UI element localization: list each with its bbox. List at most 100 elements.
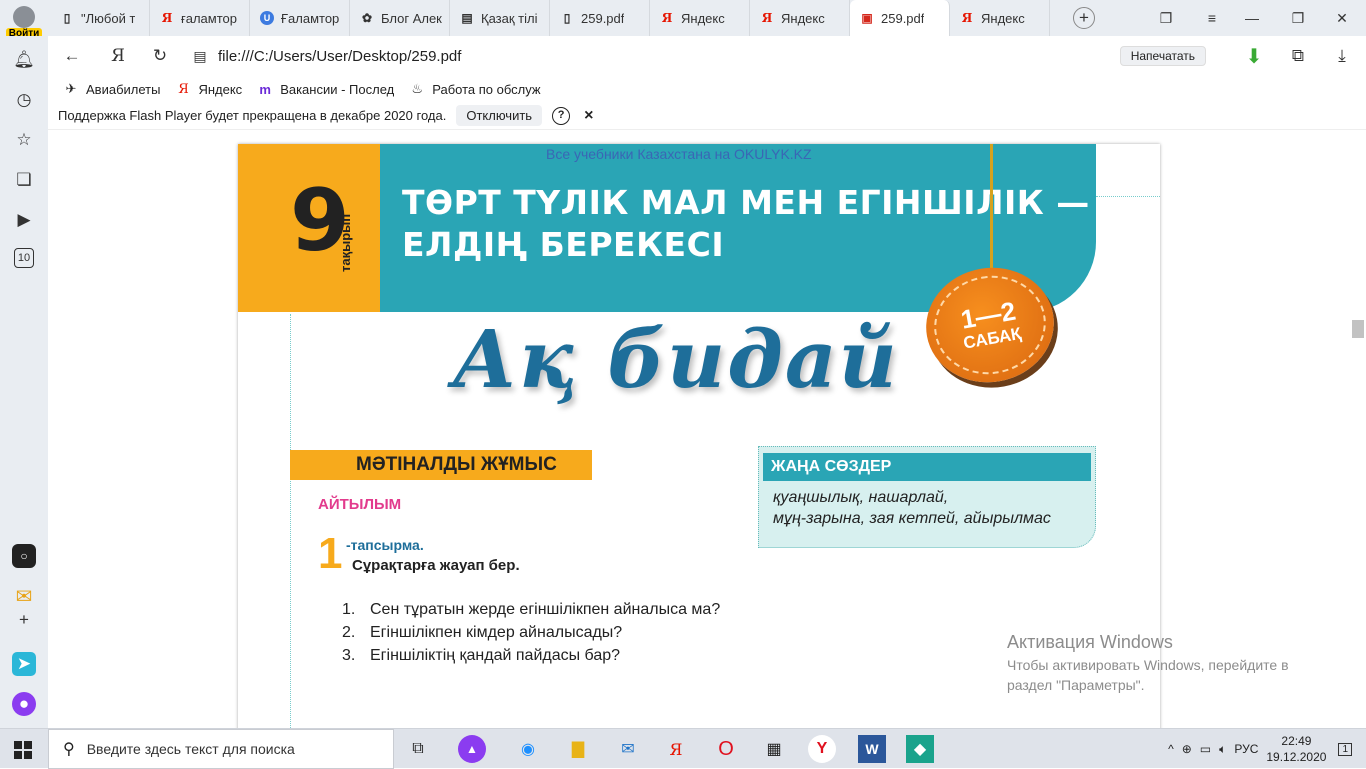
new-words-title: ЖАҢА СӨЗДЕР xyxy=(763,453,1091,481)
alice-icon[interactable]: ● xyxy=(12,692,36,716)
tab-4[interactable]: ▤ Қазақ тілі xyxy=(450,0,550,36)
volume-icon[interactable]: 🔈︎ xyxy=(1219,742,1226,757)
new-words-line-2: мұң-зарына, зая кетпей, айырылмас xyxy=(773,510,1051,527)
back-icon[interactable]: ← xyxy=(60,44,84,68)
alice-app-icon[interactable]: ○ xyxy=(12,544,36,568)
tab-0[interactable]: ▯ "Любой т xyxy=(50,0,150,36)
download-arrow-icon[interactable]: ⬇ xyxy=(1242,44,1266,68)
taskbar-search[interactable]: ⚲ Введите здесь текст для поиска xyxy=(48,729,394,769)
flash-infobar: Поддержка Flash Player будет прекращена … xyxy=(48,102,1366,130)
disable-button[interactable]: Отключить xyxy=(456,105,543,126)
tab-7[interactable]: Я Яндекс xyxy=(750,0,850,36)
history-icon[interactable]: ◷ xyxy=(12,88,36,112)
yandex-browser-icon[interactable]: Y xyxy=(808,735,836,763)
new-tab-button[interactable]: + xyxy=(1073,7,1095,29)
file-explorer-icon[interactable]: ▇ xyxy=(564,735,592,763)
activation-title: Активация Windows xyxy=(1007,632,1173,652)
star-icon[interactable]: ☆ xyxy=(12,128,36,152)
extensions-icon[interactable]: ⧉ xyxy=(1286,44,1310,68)
bookmark-2[interactable]: m Вакансии - Послед xyxy=(256,82,394,97)
reload-icon[interactable]: ↻ xyxy=(148,44,172,68)
flame-icon: ♨ xyxy=(411,81,424,96)
clock[interactable]: 22:49 19.12.2020 xyxy=(1266,733,1326,765)
opera-icon[interactable]: O xyxy=(712,735,740,763)
downloads-icon[interactable]: ⤓ xyxy=(1330,44,1354,68)
vertical-scrollbar[interactable] xyxy=(1350,130,1366,728)
tab-2[interactable]: U Ғаламтор xyxy=(250,0,350,36)
mail-icon[interactable]: ✉ xyxy=(12,584,36,608)
menu-icon[interactable]: ≡ xyxy=(1192,0,1232,36)
tab-5[interactable]: ▯ 259.pdf xyxy=(550,0,650,36)
tab-title: 259.pdf xyxy=(881,10,925,26)
task-view-icon[interactable]: ⧉ xyxy=(404,735,432,763)
tab-manager-icon[interactable]: ❐ xyxy=(1146,0,1186,36)
tab-title: 259.pdf xyxy=(581,10,625,26)
tab-3[interactable]: ✿ Блог Алек xyxy=(350,0,450,36)
tab-title: "Любой т xyxy=(81,10,136,26)
chevron-up-icon[interactable]: ^ xyxy=(1168,742,1174,756)
print-button[interactable]: Напечатать xyxy=(1119,46,1206,66)
app-icon[interactable]: ◆ xyxy=(906,735,934,763)
tab-title: Яндекс xyxy=(981,10,1025,26)
profile-button[interactable]: Войти xyxy=(0,0,48,40)
question-number: 3. xyxy=(342,647,356,664)
flower-icon: ✿ xyxy=(361,11,373,25)
yandex-icon: Я xyxy=(178,81,189,97)
alice-taskbar-icon[interactable]: ▲ xyxy=(458,735,486,763)
tab-title: ғаламтор xyxy=(181,10,237,26)
bookmark-label: Яндекс xyxy=(198,81,243,97)
language-indicator[interactable]: РУС xyxy=(1234,742,1258,756)
dotted-rule xyxy=(1096,196,1160,197)
bookmark-3[interactable]: ♨ Работа по обслуж xyxy=(408,81,540,97)
store-icon[interactable]: ▦ xyxy=(760,735,788,763)
edge-icon[interactable]: ◉ xyxy=(514,735,542,763)
bookmark-label: Вакансии - Послед xyxy=(280,81,395,97)
close-window-button[interactable]: ✕ xyxy=(1322,0,1362,36)
add-panel-icon[interactable]: + xyxy=(12,608,36,632)
question-item: 1. Сен тұратын жерде егіншілікпен айналыс… xyxy=(342,598,720,621)
bookmark-0[interactable]: ✈ Авиабилеты xyxy=(62,81,161,97)
network-icon[interactable]: ⊕ xyxy=(1182,742,1192,756)
url-field[interactable]: ▤ file:///C:/Users/User/Desktop/259.pdf xyxy=(188,42,1278,70)
play-icon[interactable]: ▶︎ xyxy=(12,208,36,232)
tab-8[interactable]: ▣ 259.pdf xyxy=(850,0,950,36)
clock-time: 22:49 xyxy=(1281,734,1312,748)
yandex-taskbar-icon[interactable]: Я xyxy=(662,735,690,763)
scrollbar-thumb[interactable] xyxy=(1352,320,1364,338)
watermark: Все учебники Казахстана на OKULYK.KZ xyxy=(546,146,812,162)
dotted-margin xyxy=(290,314,291,728)
question-item: 3. Егіншіліктің қандай пайдасы бар? xyxy=(342,644,720,667)
mail-app-icon[interactable]: ✉ xyxy=(614,735,642,763)
m-icon: m xyxy=(259,81,271,97)
url-text: file:///C:/Users/User/Desktop/259.pdf xyxy=(218,47,462,65)
bell-icon[interactable]: 🔔︎ xyxy=(12,48,36,72)
question-text: Егіншіліктің қандай пайдасы бар? xyxy=(370,647,621,664)
question-text: Сен тұратын жерде егіншілікпен айналыса … xyxy=(370,601,721,618)
minimize-button[interactable]: — xyxy=(1232,0,1272,36)
tab-6[interactable]: Я Яндекс xyxy=(650,0,750,36)
tab-title: Блог Алек xyxy=(381,10,442,26)
doc-icon: ▯ xyxy=(63,11,71,25)
tab-1[interactable]: Яғаламтор xyxy=(150,0,250,36)
tab-9[interactable]: Я Яндекс xyxy=(950,0,1050,36)
tabs-count-icon[interactable]: 10 xyxy=(14,248,34,268)
battery-icon[interactable]: ▭ xyxy=(1200,742,1211,756)
close-icon[interactable]: × xyxy=(584,107,593,125)
restore-button[interactable]: ❐ xyxy=(1278,0,1318,36)
yandex-home-icon[interactable]: Я xyxy=(106,44,130,68)
windows-start-icon[interactable] xyxy=(14,741,32,759)
task-instruction: Сұрақтарға жауап бер. xyxy=(352,557,520,574)
word-icon[interactable]: W xyxy=(858,735,886,763)
collections-icon[interactable]: ❏ xyxy=(12,168,36,192)
ucoz-icon: U xyxy=(260,11,274,25)
notification-icon[interactable]: 1 xyxy=(1338,742,1352,756)
messenger-icon[interactable]: ➤ xyxy=(12,652,36,676)
bookmark-label: Авиабилеты xyxy=(86,81,161,97)
help-icon[interactable]: ? xyxy=(552,106,571,125)
avatar xyxy=(13,6,35,28)
books-icon: ▤ xyxy=(461,11,473,25)
bookmark-1[interactable]: Я Яндекс xyxy=(174,82,242,97)
yandex-icon: Я xyxy=(661,11,673,25)
tab-title: Ғаламтор xyxy=(281,10,340,26)
search-icon: ⚲ xyxy=(63,741,75,758)
